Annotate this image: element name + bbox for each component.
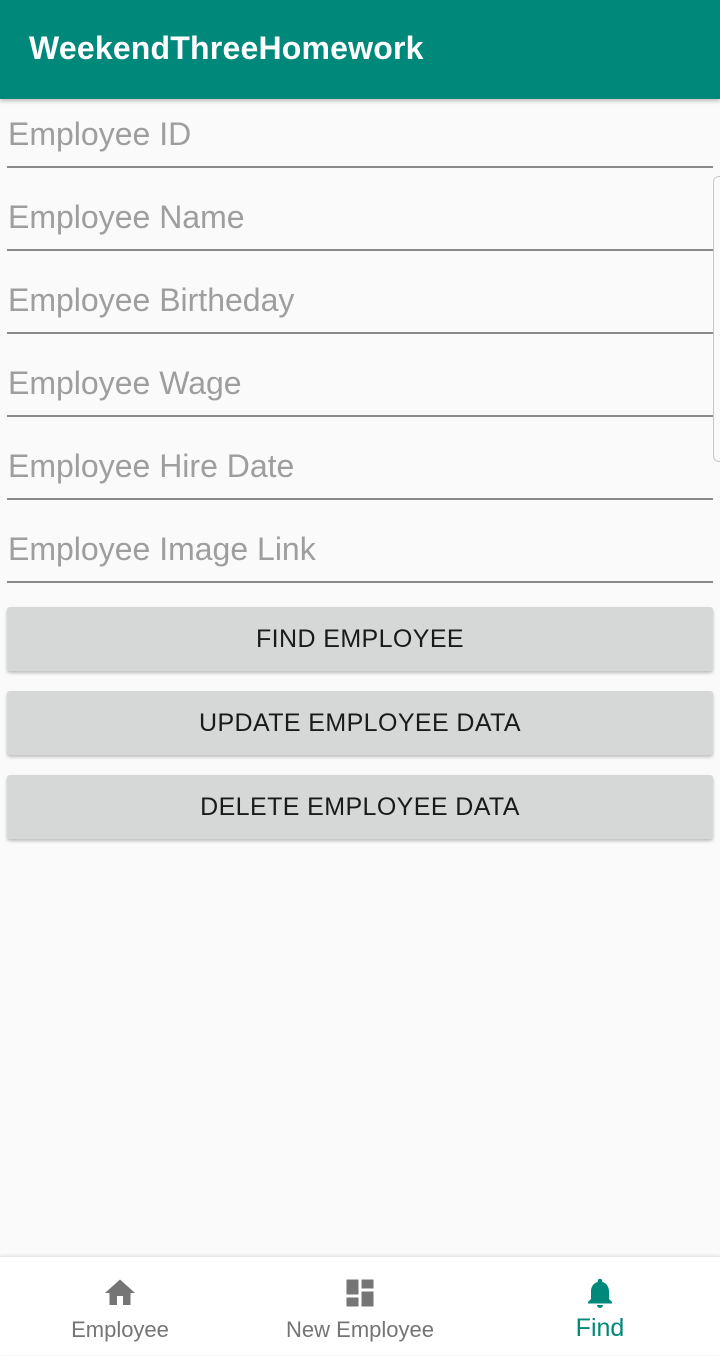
employee-id-field[interactable] bbox=[7, 108, 713, 168]
nav-item-new-employee[interactable]: New Employee bbox=[240, 1257, 480, 1356]
scroll-edge bbox=[713, 176, 720, 462]
employee-image-link-field[interactable] bbox=[7, 523, 713, 583]
bell-icon bbox=[588, 1278, 612, 1308]
employee-birthday-field[interactable] bbox=[7, 274, 713, 334]
nav-label-employee: Employee bbox=[71, 1317, 169, 1342]
app-title: WeekendThreeHomework bbox=[29, 30, 424, 66]
home-icon bbox=[105, 1279, 135, 1305]
find-employee-button[interactable]: FIND EMPLOYEE bbox=[7, 607, 713, 671]
nav-item-find[interactable]: Find bbox=[480, 1257, 720, 1356]
update-employee-button[interactable]: UPDATE EMPLOYEE DATA bbox=[7, 691, 713, 755]
nav-label-find: Find bbox=[575, 1314, 625, 1342]
employee-hire-date-field[interactable] bbox=[7, 440, 713, 500]
app-bar: WeekendThreeHomework bbox=[0, 0, 720, 99]
employee-wage-field[interactable] bbox=[7, 357, 713, 417]
employee-name-field[interactable] bbox=[7, 191, 713, 251]
nav-item-employee[interactable]: Employee bbox=[0, 1257, 240, 1356]
nav-label-new-employee: New Employee bbox=[286, 1317, 434, 1342]
bottom-navigation: Employee New Employee Find bbox=[0, 1256, 720, 1355]
dashboard-icon bbox=[346, 1279, 374, 1307]
delete-employee-button[interactable]: DELETE EMPLOYEE DATA bbox=[7, 775, 713, 839]
